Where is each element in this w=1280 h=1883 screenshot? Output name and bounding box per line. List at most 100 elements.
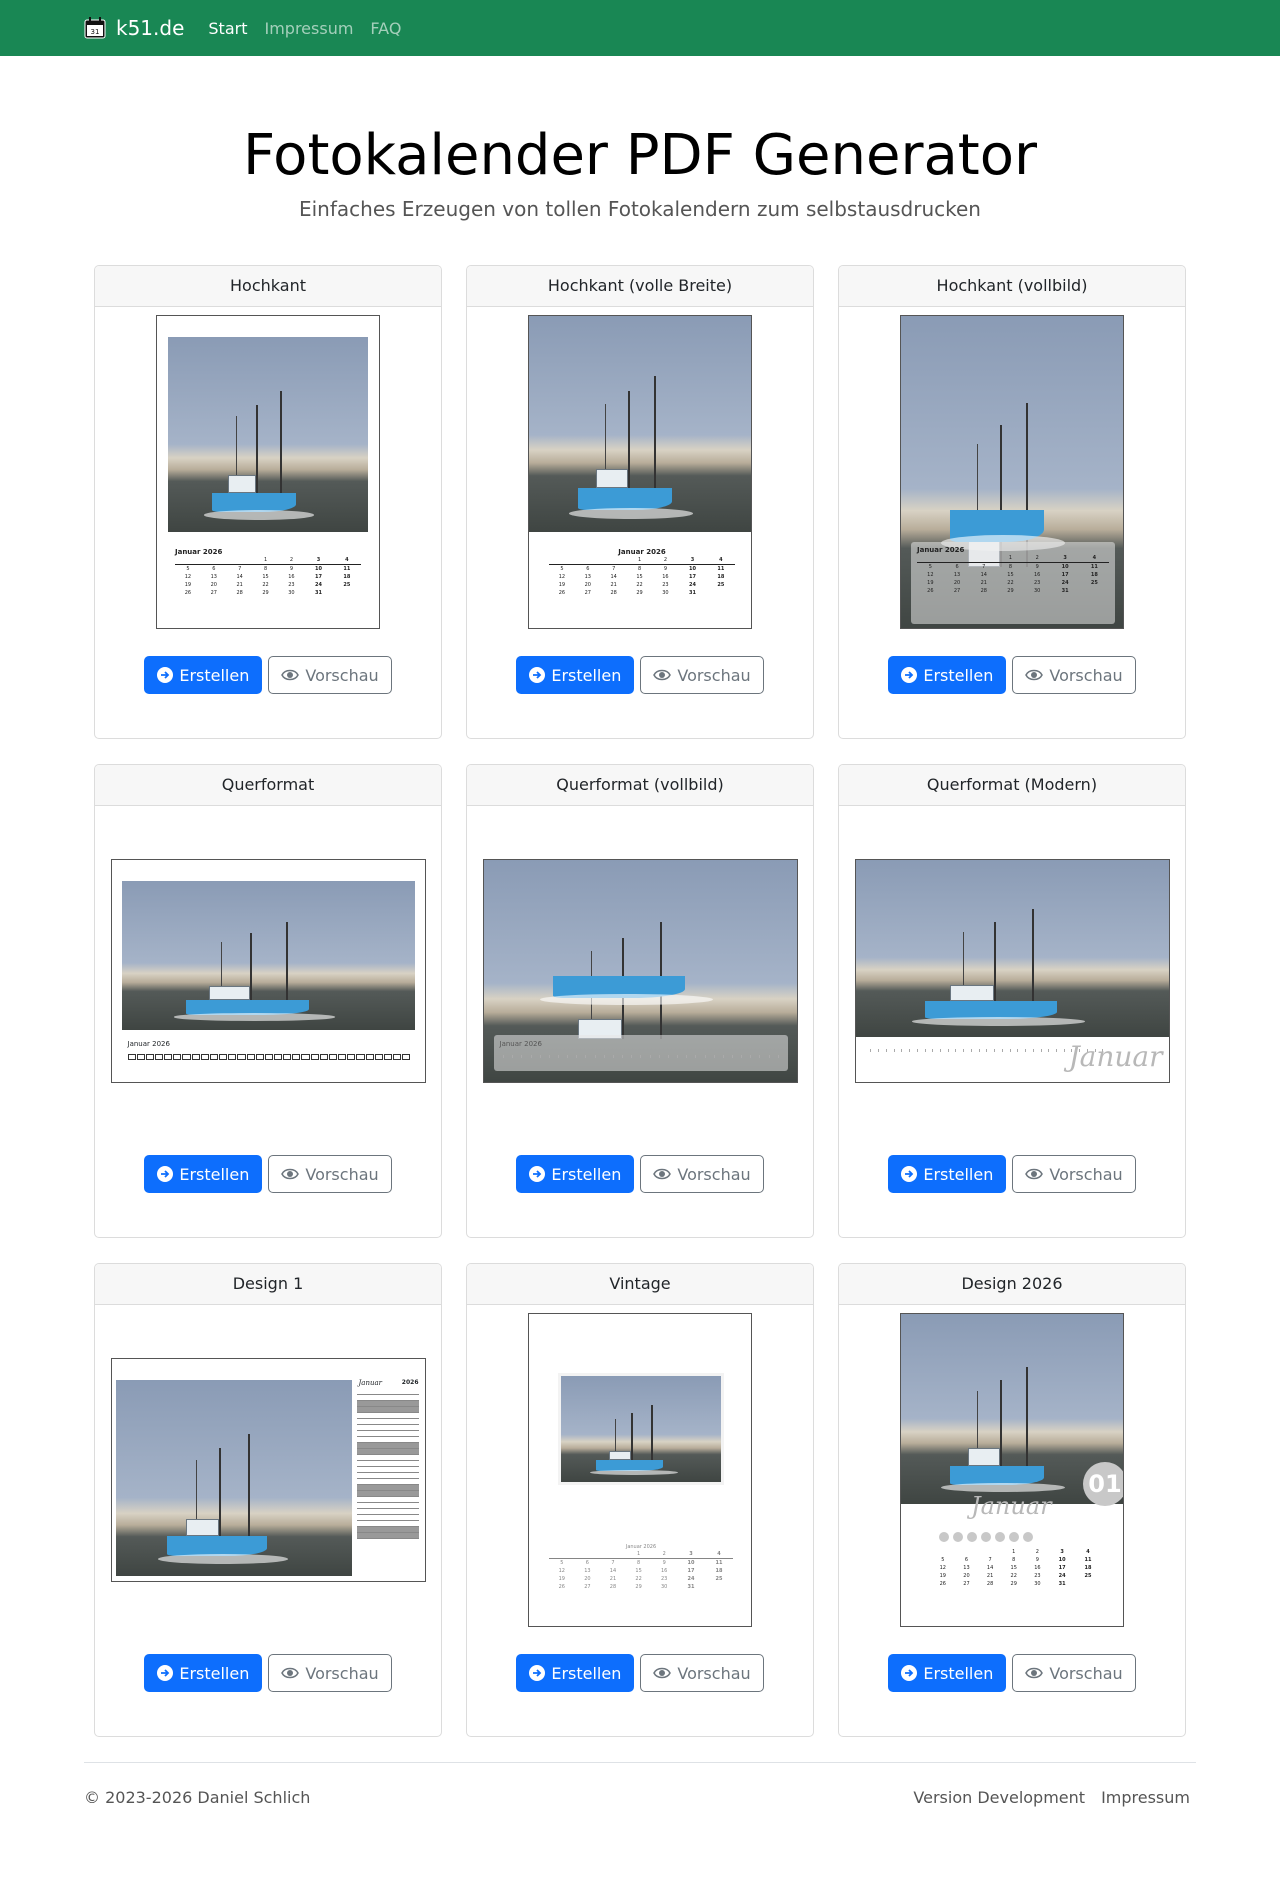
calendar-day: 8 [252, 563, 279, 573]
weekday-dot [939, 1531, 949, 1542]
calendar-day: 23 [660, 1575, 668, 1582]
calendar-day: 11 [706, 563, 735, 573]
create-label: Erstellen [179, 1663, 250, 1683]
day-cell [310, 1053, 319, 1060]
calendar-day: 2 [662, 1550, 666, 1557]
nav-impressum[interactable]: Impressum [264, 19, 353, 38]
preview-button[interactable]: Vorschau [640, 656, 764, 695]
create-button[interactable]: Erstellen [144, 1654, 263, 1693]
create-button[interactable]: Erstellen [516, 656, 635, 695]
arrow-right-circle-icon [901, 1166, 918, 1183]
calendar-week-row: 26 27 28 29 30 31 [931, 1580, 1101, 1588]
day-cell [383, 1053, 393, 1060]
calendar-day: 26 [939, 1580, 946, 1587]
calendar-day: 17 [689, 573, 696, 580]
day-cell [728, 1053, 737, 1060]
calendar-day: 7 [226, 563, 253, 573]
preview-button[interactable]: Vorschau [640, 1654, 764, 1693]
day-cell [164, 1053, 173, 1060]
create-button[interactable]: Erstellen [516, 1155, 635, 1194]
card-title: Querformat (Modern) [839, 765, 1185, 806]
calendar-day: 12 [558, 1567, 565, 1574]
brand-link[interactable]: 31 k51.de [84, 16, 184, 40]
day-cell [1060, 1047, 1068, 1054]
day-cell [127, 1053, 136, 1060]
calendar-day: 24 [1061, 579, 1069, 586]
create-label: Erstellen [923, 665, 994, 685]
brand-name: k51.de [116, 16, 185, 40]
calendar-day: 14 [609, 1567, 617, 1574]
create-label: Erstellen [923, 1663, 994, 1683]
day-cell [952, 1047, 960, 1054]
create-label: Erstellen [923, 1164, 994, 1184]
preview-button[interactable]: Vorschau [268, 1654, 392, 1693]
calendar-day: 30 [660, 1583, 668, 1590]
calendar-day: 6 [943, 561, 971, 571]
day-cell [264, 1053, 273, 1060]
day-cell [347, 1053, 356, 1060]
calendar-day: 6 [574, 1557, 601, 1567]
day-cell [283, 1053, 292, 1060]
calendar-month: Januar 2026 [175, 547, 223, 556]
preview-button[interactable]: Vorschau [268, 1155, 392, 1194]
weekday-dot [981, 1531, 991, 1542]
day-cell [627, 1053, 636, 1060]
day-cell [673, 1053, 682, 1060]
card-actions: Erstellen Vorschau [95, 1634, 441, 1736]
calendar-day: 10 [304, 563, 333, 573]
nav-faq[interactable]: FAQ [370, 19, 401, 38]
calendar-day: 23 [662, 581, 669, 588]
calendar-day: 19 [558, 1575, 565, 1582]
calendar-day: 2 [289, 556, 294, 563]
preview-label: Vorschau [1049, 1164, 1123, 1184]
calendar-day [575, 556, 601, 565]
eye-icon [653, 669, 672, 681]
calendar-day: 22 [262, 581, 269, 588]
preview-button[interactable]: Vorschau [640, 1155, 764, 1194]
preview-button[interactable]: Vorschau [268, 656, 392, 695]
calendar-day: 29 [262, 589, 269, 596]
version-link[interactable]: Version Development [913, 1788, 1085, 1807]
day-cell [563, 1053, 572, 1060]
weekday-dot [1023, 1531, 1033, 1542]
create-button[interactable]: Erstellen [516, 1654, 635, 1693]
day-cell [944, 1047, 952, 1054]
create-button[interactable]: Erstellen [888, 656, 1007, 695]
nav-start[interactable]: Start [208, 19, 247, 38]
calendar-day: 31 [1061, 587, 1069, 594]
calendar-day: 8 [626, 563, 653, 573]
calendar-day: 29 [636, 589, 643, 596]
card-preview: Januar 2026 1 2 3 4 5 6 7 8 9 10 11 12 13 14 15 16 17 18 1… [95, 307, 441, 636]
page-subtitle: Einfaches Erzeugen von tollen Fotokalend… [298, 197, 981, 222]
calendar-day: 20 [963, 1572, 970, 1579]
create-button[interactable]: Erstellen [144, 1155, 263, 1194]
calendar-day: 3 [316, 556, 321, 563]
calendar-day [601, 556, 627, 565]
arrow-right-circle-icon [157, 1665, 174, 1682]
calendar-day: 19 [558, 581, 566, 588]
preview-label: Vorschau [305, 665, 379, 685]
day-cell [664, 1053, 673, 1060]
day-cell [526, 1053, 536, 1060]
arrow-right-circle-icon [901, 667, 918, 684]
preview-button[interactable]: Vorschau [1012, 656, 1136, 695]
calendar-day: 30 [662, 589, 669, 596]
create-button[interactable]: Erstellen [888, 1155, 1007, 1194]
preview-label: Vorschau [677, 1164, 751, 1184]
hero: Fotokalender PDF Generator Einfaches Erz… [0, 56, 1280, 221]
calendar-day: 13 [963, 1564, 970, 1571]
calendar-day: 17 [1061, 571, 1069, 578]
calendar-day: 22 [1010, 1572, 1017, 1579]
card-title: Vintage [467, 1264, 813, 1305]
footer-impressum-link[interactable]: Impressum [1101, 1788, 1190, 1807]
calendar-day: 17 [687, 1567, 695, 1574]
create-button[interactable]: Erstellen [144, 656, 263, 695]
preview-button[interactable]: Vorschau [1012, 1654, 1136, 1693]
calendar-day: 16 [662, 573, 669, 580]
calendar-thumbnail: Januar 2026 1 2 3 4 5 6 7 8 9 10 11 12 13 14 15 16 17 18 1… [528, 314, 752, 629]
preview-button[interactable]: Vorschau [1012, 1155, 1136, 1194]
calendar-day: 29 [635, 1583, 642, 1590]
calendar-day: 1 [637, 556, 642, 563]
create-button[interactable]: Erstellen [888, 1654, 1007, 1693]
calendar-day [201, 556, 227, 565]
